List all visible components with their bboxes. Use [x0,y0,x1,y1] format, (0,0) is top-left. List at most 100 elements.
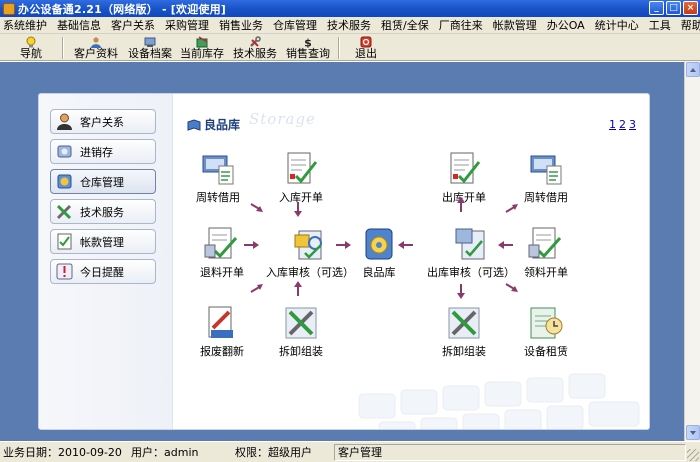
status-date-label: 业务日期： [3,446,58,459]
menu-system[interactable]: 系统维护 [0,17,52,33]
sidebar-item-tech[interactable]: 技术服务 [50,199,156,224]
flow-label: 周转借用 [524,191,568,204]
page-link[interactable]: 1 [609,118,616,131]
menu-sales[interactable]: 销售业务 [214,17,268,33]
menu-tools[interactable]: 工具 [644,17,676,33]
customer-label: 客户资料 [74,47,118,60]
window-title: 办公设备通2.21（网络版） - [欢迎使用] [18,2,227,16]
menu-tech[interactable]: 技术服务 [322,17,376,33]
flow-right-loan[interactable]: 周转借用 [524,150,568,205]
flow-good-store[interactable]: 良品库 [360,225,398,280]
sidebar-item-customer[interactable]: 客户关系 [50,109,156,134]
arrow-down-right [250,203,262,211]
nav-button[interactable]: 导航 [20,35,42,60]
flow-out-review[interactable]: 出库审核（可选） [427,225,515,280]
flow-in-order[interactable]: 入库开单 [279,150,323,205]
device-label: 设备档案 [128,47,172,60]
sidebar-item-label: 客户关系 [80,115,124,129]
exit-button[interactable]: 退出 [355,35,377,60]
sidebar: 客户关系 进销存 仓库管理 技术服务 帐款管理 今日提醒 [39,94,173,429]
sidebar-item-label: 进销存 [80,145,113,159]
menu-purchase[interactable]: 采购管理 [160,17,214,33]
maximize-button[interactable]: □ [666,1,681,15]
warehouse-icon [57,174,72,189]
arrow-up-right [250,285,262,293]
status-user-label: 用户： [131,446,164,459]
menu-vendor[interactable]: 厂商往来 [434,17,488,33]
vertical-scrollbar[interactable] [684,61,700,441]
flow-label: 出库审核（可选） [427,266,515,279]
page-link[interactable]: 2 [619,118,626,131]
checklist-icon [287,152,318,184]
alert-icon [56,263,73,280]
sidebar-item-label: 仓库管理 [80,175,124,189]
arrow-head [398,241,404,249]
flow-return-order[interactable]: 退料开单 [200,225,244,280]
arrow-down-right [505,283,517,291]
window-controls: _ □ × [649,1,698,15]
menu-oa[interactable]: 办公OA [542,17,590,33]
scroll-up-button[interactable] [686,62,700,77]
page-link[interactable]: 3 [629,118,636,131]
menu-warehouse[interactable]: 仓库管理 [268,17,322,33]
sidebar-item-inventory[interactable]: 进销存 [50,139,156,164]
person-icon [57,113,72,130]
book-icon [187,118,201,131]
flow-label: 良品库 [362,266,396,279]
flow-label: 出库开单 [442,191,486,204]
sales-button[interactable]: $ 销售查询 [286,35,330,60]
stock-button[interactable]: 当前库存 [180,35,224,60]
flow-label: 周转借用 [196,191,240,204]
close-button[interactable]: × [683,1,698,15]
scroll-down-button[interactable] [686,425,700,440]
pick-doc-icon [528,227,562,259]
loan-icon [530,155,562,185]
minimize-button[interactable]: _ [649,1,664,15]
tools-icon [56,204,72,220]
storage-icon [365,228,393,260]
status-role-label: 权限： [235,446,268,459]
status-date: 业务日期： 2010-09-20 [0,444,128,461]
tools-icon [285,307,317,339]
sidebar-item-accounts[interactable]: 帐款管理 [50,229,156,254]
sidebar-item-label: 帐款管理 [80,235,124,249]
customer-button[interactable]: 客户资料 [74,35,118,60]
tech-button[interactable]: 技术服务 [233,35,277,60]
menu-rental[interactable]: 租赁/全保 [376,17,434,33]
menu-help[interactable]: 帮助 [676,17,700,33]
menu-customer[interactable]: 客户关系 [106,17,160,33]
flow-disassemble-right[interactable]: 拆卸组装 [442,304,486,359]
flow-label: 报废翻新 [200,345,244,358]
menu-stats[interactable]: 统计中心 [590,17,644,33]
flow-label: 设备租赁 [524,345,568,358]
sidebar-item-warehouse[interactable]: 仓库管理 [50,169,156,194]
loan-icon [202,155,234,185]
toolbar: 导航 客户资料 设备档案 当前库存 技术服务 $ 销售查询 退出 [0,34,700,61]
flow-left-loan[interactable]: 周转借用 [196,150,240,205]
resize-grip[interactable] [687,449,699,461]
device-button[interactable]: 设备档案 [128,35,172,60]
menu-basic-info[interactable]: 基础信息 [52,17,106,33]
flow-disassemble-left[interactable]: 拆卸组装 [279,304,323,359]
arrow-head [253,241,259,249]
flow-pick-order[interactable]: 领料开单 [524,225,568,280]
flow-label: 退料开单 [200,266,244,279]
arrow-head [256,206,263,212]
sales-label: 销售查询 [286,47,330,60]
rental-icon [530,307,563,339]
ledger-icon [57,233,72,250]
flow-scrap[interactable]: 报废翻新 [200,304,244,359]
keyboard-watermark [358,373,640,429]
flow-out-order[interactable]: 出库开单 [442,150,486,205]
menu-accounts[interactable]: 帐款管理 [488,17,542,33]
flow-label: 拆卸组装 [279,345,323,358]
status-module-value: 客户管理 [338,446,382,459]
status-user: 用户： admin [128,444,232,461]
sidebar-item-reminder[interactable]: 今日提醒 [50,259,156,284]
arrow-head [512,204,518,210]
flow-rental[interactable]: 设备租赁 [524,304,568,359]
flow-in-review[interactable]: 入库审核（可选） [266,225,354,280]
review-icon [294,230,322,260]
arrow-up-right [505,205,517,213]
status-user-value: admin [164,445,199,459]
